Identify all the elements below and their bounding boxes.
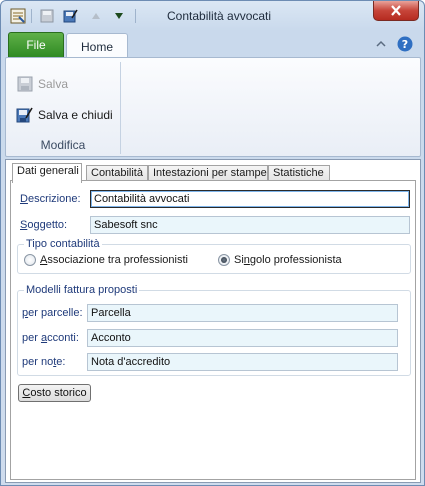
per-acconti-field[interactable]: Acconto <box>87 329 398 347</box>
down-arrow-icon[interactable] <box>110 7 128 25</box>
app-icon[interactable] <box>9 7 27 25</box>
ribbon-tabs: File Home <box>8 32 418 59</box>
close-icon <box>391 5 401 16</box>
svg-text:?: ? <box>402 38 408 51</box>
ribbon-group-label: Modifica <box>40 138 86 152</box>
per-parcelle-label: per parcelle: <box>22 307 83 319</box>
help-icon[interactable]: ? <box>397 36 413 52</box>
associazione-label: Associazione tra professionisti <box>40 254 188 266</box>
tipo-contabilita-title: Tipo contabilità <box>24 238 102 250</box>
salva-label: Salva <box>38 77 69 91</box>
soggetto-field[interactable]: Sabesoft snc <box>90 216 410 234</box>
window-title: Contabilità avvocati <box>167 9 272 23</box>
singolo-professionista-label: Singolo professionista <box>234 254 342 266</box>
ribbon-group-separator <box>120 62 121 154</box>
save-close-icon[interactable] <box>62 7 80 25</box>
soggetto-label: Soggetto: <box>20 219 68 231</box>
modelli-fattura-group: Modelli fattura proposti per parcelle: P… <box>17 284 411 376</box>
salva-e-chiudi-label: Salva e chiudi <box>38 108 113 122</box>
tab-dati-generali[interactable]: Dati generali <box>12 163 82 183</box>
app-window: Contabilità avvocati File Home ? Salva S… <box>0 0 425 486</box>
ribbon-panel: Salva Salva e chiudi Modifica <box>5 57 421 157</box>
qat-separator <box>135 9 136 23</box>
save-icon <box>16 75 34 93</box>
tipo-contabilita-group: Tipo contabilità Associazione tra profes… <box>17 238 411 274</box>
costo-storico-button[interactable]: Costo storico <box>18 384 91 402</box>
tab-panel-dati-generali: Descrizione: Contabilità avvocati Sogget… <box>10 180 416 480</box>
file-tab[interactable]: File <box>8 32 64 58</box>
home-tab[interactable]: Home <box>66 33 128 59</box>
qat-separator <box>31 9 32 23</box>
singolo-professionista-radio[interactable]: Singolo professionista <box>218 254 342 266</box>
modelli-fattura-title: Modelli fattura proposti <box>24 284 140 296</box>
radio-checked-icon <box>218 254 230 266</box>
save-close-icon <box>16 106 34 124</box>
save-icon[interactable] <box>38 7 56 25</box>
per-note-label: per note: <box>22 356 66 368</box>
title-bar: Contabilità avvocati <box>1 1 424 31</box>
salva-e-chiudi-button[interactable]: Salva e chiudi <box>16 105 113 125</box>
radio-unchecked-icon <box>24 254 36 266</box>
salva-button[interactable]: Salva <box>16 74 68 94</box>
descrizione-field[interactable]: Contabilità avvocati <box>90 190 410 208</box>
descrizione-label: Descrizione: <box>20 193 81 205</box>
per-note-field[interactable]: Nota d'accredito <box>87 353 398 371</box>
close-button[interactable] <box>373 1 419 21</box>
content-area: Dati generali Contabilità Intestazioni p… <box>5 159 421 483</box>
per-parcelle-field[interactable]: Parcella <box>87 304 398 322</box>
minimize-ribbon-icon[interactable] <box>376 40 386 47</box>
up-arrow-icon[interactable] <box>87 7 105 25</box>
per-acconti-label: per acconti: <box>22 332 79 344</box>
associazione-radio[interactable]: Associazione tra professionisti <box>24 254 188 266</box>
